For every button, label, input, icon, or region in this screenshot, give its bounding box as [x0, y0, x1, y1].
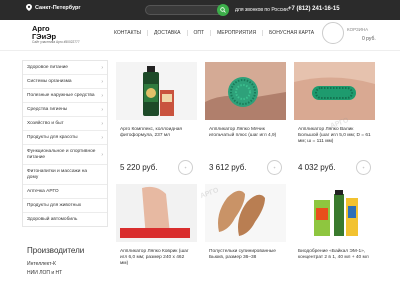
product-card[interactable]: Биодобрение «Байкал ЭМ-1», концентрат 2 …: [294, 184, 375, 281]
sidebar-item-healthy-food[interactable]: Здоровое питание ›: [23, 61, 107, 75]
sidebar-item-argo-kit[interactable]: Аптечка АРГО: [23, 185, 107, 199]
plus-icon: +: [362, 165, 365, 170]
product-name[interactable]: Биодобрение «Байкал ЭМ-1», концентрат 2 …: [294, 242, 375, 272]
sidebar-item-label: Аптечка АРГО: [27, 188, 59, 194]
city-label: Санкт-Петербург: [35, 4, 81, 11]
product-card[interactable]: Арго Комплекс, коллоидная фитоформула, 2…: [116, 62, 197, 180]
fertilizer-image[interactable]: [294, 184, 375, 242]
product-name[interactable]: Полустельки супинированные Бьюкв, размер…: [205, 242, 286, 272]
product-card[interactable]: Аппликатор Ляпко Мячик игольчатый плюс (…: [205, 62, 286, 180]
sidebar-item-healthy-car[interactable]: Здоровый автомобиль: [23, 213, 107, 226]
mat-image[interactable]: [116, 184, 197, 242]
sidebar-item-label: Продукты для красоты: [27, 134, 78, 140]
product-price: 5 220 руб.: [120, 163, 158, 172]
phone-number[interactable]: +7 (812) 241-16-15: [288, 6, 340, 12]
sidebar-item-phyto-drinks[interactable]: Фитонапитки и массажи на дому: [23, 165, 107, 185]
sidebar-item-label: Средства гигиены: [27, 106, 68, 112]
sidebar-item-external-remedies[interactable]: Полезные наружные средства ›: [23, 89, 107, 103]
sidebar-item-label: Здоровое питание: [27, 64, 68, 70]
sidebar-item-beauty[interactable]: Продукты для красоты ›: [23, 131, 107, 145]
nav-item-bonus-card[interactable]: БОНУСНАЯ КАРТА: [262, 30, 320, 36]
product-name[interactable]: Аппликатор Ляпко Мячик игольчатый плюс (…: [205, 120, 286, 150]
sidebar-item-label: Здоровый автомобиль: [27, 216, 78, 222]
location-pin-icon: [26, 4, 32, 11]
logo-subtitle: Сайт участника Арго #50022777: [32, 40, 80, 44]
sidebar-item-label: Хозяйство и быт: [27, 120, 64, 126]
product-name[interactable]: Арго Комплекс, коллоидная фитоформула, 2…: [116, 120, 197, 150]
top-bar: Санкт-Петербург для звонков по России: +…: [0, 0, 400, 20]
chevron-right-icon: ›: [101, 92, 103, 99]
nav-item-events[interactable]: МЕРОПРИЯТИЯ: [210, 30, 262, 36]
cart-total: 0 руб.: [362, 36, 376, 42]
product-price: 3 612 руб.: [209, 163, 247, 172]
sidebar-item-label: Полезные наружные средства: [27, 92, 95, 98]
chevron-right-icon: ›: [101, 64, 103, 71]
add-to-cart-button[interactable]: +: [267, 160, 282, 175]
producer-link[interactable]: НИИ ЛОП и НТ: [27, 270, 62, 276]
chevron-right-icon: ›: [101, 120, 103, 127]
search-icon: [220, 7, 226, 13]
sidebar-item-label: Продукты для животных: [27, 202, 82, 208]
call-label: для звонков по России:: [235, 6, 290, 13]
plus-icon: +: [273, 165, 276, 170]
sidebar-item-household[interactable]: Хозяйство и быт ›: [23, 117, 107, 131]
product-price: 4 032 руб.: [298, 163, 336, 172]
nav-item-delivery[interactable]: ДОСТАВКА: [146, 30, 187, 36]
city-selector[interactable]: Санкт-Петербург: [26, 4, 81, 11]
bottle-image[interactable]: [116, 62, 197, 120]
nav-item-contacts[interactable]: КОНТАКТЫ: [108, 30, 147, 36]
cart-button[interactable]: [322, 22, 344, 44]
chevron-right-icon: ›: [101, 106, 103, 113]
product-name[interactable]: Аппликатор Ляпко Коврик (шаг игл 6,0 мм;…: [116, 242, 197, 272]
sidebar-item-body-systems[interactable]: Системы организма ›: [23, 75, 107, 89]
category-sidebar: Здоровое питание › Системы организма › Пол…: [22, 60, 108, 227]
search-input[interactable]: [145, 5, 227, 15]
sidebar-item-hygiene[interactable]: Средства гигиены ›: [23, 103, 107, 117]
nav-item-wholesale[interactable]: ОПТ: [186, 30, 211, 36]
chevron-right-icon: ›: [101, 151, 103, 158]
cart-label[interactable]: КОРЗИНА: [347, 27, 368, 32]
add-to-cart-button[interactable]: +: [356, 160, 371, 175]
main-nav: КОНТАКТЫ ДОСТАВКА ОПТ МЕРОПРИЯТИЯ БОНУСН…: [108, 30, 320, 36]
add-to-cart-button[interactable]: +: [178, 160, 193, 175]
sidebar-item-label: Функциональное и спортивное питание: [27, 148, 96, 160]
sidebar-item-sport-nutrition[interactable]: Функциональное и спортивное питание ›: [23, 145, 107, 165]
roller-image[interactable]: [294, 62, 375, 120]
product-card[interactable]: Аппликатор Ляпко Коврик (шаг игл 6,0 мм;…: [116, 184, 197, 281]
sidebar-item-pet-products[interactable]: Продукты для животных: [23, 199, 107, 213]
search-button[interactable]: [217, 4, 229, 16]
chevron-right-icon: ›: [101, 78, 103, 85]
logo[interactable]: Арго ГЭиЭр: [32, 25, 56, 41]
plus-icon: +: [184, 165, 187, 170]
producers-heading: Производители: [27, 246, 85, 255]
producer-link[interactable]: Интеллект-К: [27, 261, 56, 267]
sidebar-item-label: Фитонапитки и массажи на дому: [27, 168, 88, 180]
ball-image[interactable]: [205, 62, 286, 120]
product-card[interactable]: Полустельки супинированные Бьюкв, размер…: [205, 184, 286, 281]
header-divider: [0, 50, 400, 51]
sidebar-item-label: Системы организма: [27, 78, 72, 84]
chevron-right-icon: ›: [101, 134, 103, 141]
